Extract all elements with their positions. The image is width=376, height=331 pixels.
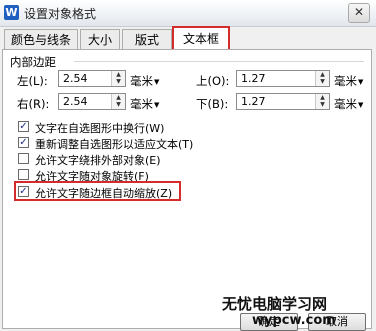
- unit-label: 毫米: [130, 74, 153, 88]
- right-margin-stepper[interactable]: ▲ ▼: [111, 94, 125, 109]
- stepper-down-icon[interactable]: ▼: [316, 78, 329, 85]
- stepper-up-icon[interactable]: ▲: [112, 94, 125, 101]
- bottom-margin-value: 1.27: [241, 95, 266, 108]
- chevron-down-icon: ▼: [358, 77, 364, 86]
- option-label: 允许文字绕排外部对象(E): [35, 154, 161, 167]
- tab-colors-lines[interactable]: 颜色与线条: [4, 29, 78, 49]
- left-margin-label: 左(L):: [17, 74, 48, 88]
- top-unit-dropdown[interactable]: 毫米▼: [334, 73, 363, 89]
- tab-layout[interactable]: 版式: [122, 29, 172, 49]
- tab-size[interactable]: 大小: [80, 29, 120, 49]
- highlight-box: [14, 181, 181, 201]
- bottom-margin-stepper[interactable]: ▲ ▼: [315, 94, 329, 109]
- chevron-down-icon: ▼: [358, 100, 364, 109]
- stepper-up-icon[interactable]: ▲: [112, 71, 125, 78]
- top-margin-label: 上(O):: [196, 74, 230, 88]
- bottom-margin-label: 下(B):: [196, 97, 229, 111]
- chevron-down-icon: ▼: [154, 100, 160, 109]
- title-bar: W 设置对象格式 ✕: [0, 0, 376, 27]
- close-button[interactable]: ✕: [348, 3, 370, 23]
- watermark-url: wypcw.com: [252, 313, 336, 328]
- wps-writer-icon: W: [4, 5, 19, 20]
- watermark-title: 无忧电脑学习网: [222, 295, 328, 313]
- option-label: 文字在自选图形中换行(W): [35, 122, 165, 135]
- unit-label: 毫米: [334, 97, 357, 111]
- left-unit-dropdown[interactable]: 毫米▼: [130, 73, 159, 89]
- tab-textbox[interactable]: 文本框: [172, 26, 230, 50]
- top-margin-input[interactable]: 1.27 ▲ ▼: [236, 70, 330, 87]
- top-margin-stepper[interactable]: ▲ ▼: [315, 71, 329, 86]
- checkbox-resize-shape[interactable]: ✓: [18, 137, 29, 148]
- top-margin-value: 1.27: [241, 72, 266, 85]
- checkbox-rotate-text[interactable]: [18, 169, 29, 180]
- right-margin-label: 右(R):: [17, 97, 50, 111]
- stepper-down-icon[interactable]: ▼: [112, 78, 125, 85]
- option-label: 重新调整自选图形以适应文本(T): [35, 138, 194, 151]
- bottom-unit-dropdown[interactable]: 毫米▼: [334, 96, 363, 112]
- stepper-down-icon[interactable]: ▼: [112, 101, 125, 108]
- tab-bar: 颜色与线条 大小 版式 文本框: [0, 26, 376, 50]
- checkbox-wrap-text[interactable]: ✓: [18, 121, 29, 132]
- left-margin-input[interactable]: 2.54 ▲ ▼: [58, 70, 126, 87]
- stepper-up-icon[interactable]: ▲: [316, 94, 329, 101]
- right-margin-value: 2.54: [63, 95, 88, 108]
- left-margin-value: 2.54: [63, 72, 88, 85]
- chevron-down-icon: ▼: [154, 77, 160, 86]
- right-margin-input[interactable]: 2.54 ▲ ▼: [58, 93, 126, 110]
- checkbox-wrap-external[interactable]: [18, 153, 29, 164]
- unit-label: 毫米: [334, 74, 357, 88]
- unit-label: 毫米: [130, 97, 153, 111]
- stepper-down-icon[interactable]: ▼: [316, 101, 329, 108]
- bottom-margin-input[interactable]: 1.27 ▲ ▼: [236, 93, 330, 110]
- stepper-up-icon[interactable]: ▲: [316, 71, 329, 78]
- section-divider: [74, 61, 364, 62]
- right-unit-dropdown[interactable]: 毫米▼: [130, 96, 159, 112]
- window-title: 设置对象格式: [24, 7, 97, 21]
- left-margin-stepper[interactable]: ▲ ▼: [111, 71, 125, 86]
- section-title: 内部边距: [10, 55, 56, 69]
